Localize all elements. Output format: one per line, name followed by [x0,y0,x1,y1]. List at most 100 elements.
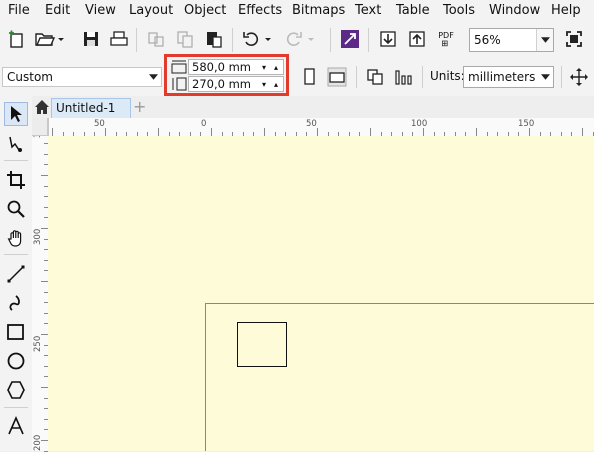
redo-icon[interactable] [282,26,318,52]
width-decrement-icon[interactable]: ▾ [258,60,270,74]
add-tab-icon[interactable]: + [133,97,146,116]
pick-tool-icon[interactable] [4,102,28,126]
search-content-icon[interactable] [337,26,363,52]
ruler-tick [41,387,48,388]
standard-toolbar: PDF 56% [0,22,594,59]
save-icon[interactable] [78,26,104,52]
ruler-tick [52,128,53,136]
zoom-level-value: 56% [474,33,501,47]
ruler-tick [105,128,106,136]
tab-title: Untitled-1 [56,101,116,115]
menu-bar: File Edit View Layout Object Effects Bit… [0,0,594,22]
ruler-origin[interactable] [32,118,48,136]
zoom-level-combo[interactable]: 56% [469,28,554,52]
paste-icon[interactable] [201,26,227,52]
menu-file[interactable]: File [8,3,30,18]
tab-untitled-1[interactable]: Untitled-1 [51,98,131,118]
page-size-preset-combo[interactable]: Custom [2,67,162,87]
ruler-tick [264,128,265,136]
ruler-tick [476,128,477,136]
freehand-tool-icon[interactable] [4,262,28,286]
menu-bitmaps[interactable]: Bitmaps [292,3,345,18]
ruler-label: 300 [33,228,43,245]
ruler-label: 200 [33,434,43,451]
page-height-icon [171,77,187,94]
menu-object[interactable]: Object [184,3,226,18]
ruler-label: 50 [306,119,317,129]
undo-icon[interactable] [239,26,275,52]
zoom-tool-icon[interactable] [4,197,28,221]
chevron-down-icon[interactable] [536,29,553,51]
ruler-tick [582,128,583,136]
menu-window[interactable]: Window [489,3,540,18]
horizontal-ruler[interactable]: 50 0 50 100 150 [48,118,594,137]
menu-help[interactable]: Help [551,3,581,18]
home-icon[interactable] [34,99,50,118]
current-page-icon[interactable] [391,64,417,90]
publish-pdf-icon[interactable]: PDF [433,26,459,52]
units-label: Units: [430,69,465,83]
ruler-label: 250 [33,335,43,352]
shape-tool-icon[interactable] [4,132,28,156]
ruler-label: 50 [94,119,105,129]
menu-tools[interactable]: Tools [443,3,475,18]
page-dimensions-group: 580,0 mm ▾ ▴ 270,0 mm ▾ ▴ [164,54,289,96]
portrait-orientation-icon[interactable] [296,64,322,90]
ruler-tick [370,128,371,136]
ruler-tick [211,128,212,136]
ruler-tick [41,228,48,229]
cut-icon[interactable] [143,26,169,52]
ruler-tick [41,334,48,335]
chevron-down-icon[interactable] [145,68,161,86]
width-increment-icon[interactable]: ▴ [270,60,282,74]
rectangle-tool-icon[interactable] [4,320,28,344]
units-value: millimeters [468,70,536,84]
pdf-label: PDF [438,30,454,40]
open-folder-icon[interactable] [32,26,66,52]
menu-edit[interactable]: Edit [45,3,70,18]
pan-tool-icon[interactable] [4,226,28,250]
ruler-label: 100 [411,119,428,129]
ruler-tick [158,128,159,136]
nudge-distance-icon[interactable] [566,64,592,90]
import-icon[interactable] [375,26,401,52]
height-increment-icon[interactable]: ▴ [270,77,282,91]
menu-view[interactable]: View [85,3,116,18]
menu-text[interactable]: Text [355,3,381,18]
crop-tool-icon[interactable] [4,168,28,192]
page-height-value: 270,0 mm [192,77,251,91]
menu-table[interactable]: Table [396,3,430,18]
ruler-tick [41,440,48,441]
landscape-orientation-icon[interactable] [324,64,350,90]
ruler-tick [423,128,424,136]
full-screen-icon[interactable] [561,26,587,52]
new-document-icon[interactable] [4,26,30,52]
artistic-media-tool-icon[interactable] [4,291,28,315]
ruler-label: 150 [518,119,535,129]
ruler-tick [529,128,530,136]
menu-effects[interactable]: Effects [238,3,282,18]
units-combo[interactable]: millimeters [463,66,554,88]
print-icon[interactable] [106,26,132,52]
chevron-down-icon[interactable] [537,67,553,87]
height-decrement-icon[interactable]: ▾ [258,77,270,91]
text-tool-icon[interactable] [4,414,28,438]
ruler-tick [41,175,48,176]
ruler-tick [317,128,318,136]
vertical-ruler[interactable]: 350 300 250 200 [32,118,49,452]
copy-icon[interactable] [172,26,198,52]
document-tabs: Untitled-1 + [32,96,594,119]
export-icon[interactable] [404,26,430,52]
page-width-icon [171,60,187,77]
polygon-tool-icon[interactable] [4,378,28,402]
menu-layout[interactable]: Layout [129,3,173,18]
rectangle-object[interactable] [237,322,287,367]
ruler-label: 0 [201,119,207,129]
ellipse-tool-icon[interactable] [4,349,28,373]
property-bar: Custom 580,0 mm ▾ ▴ 270,0 mm ▾ ▴ Units: … [0,54,594,97]
page-size-preset-value: Custom [7,70,53,84]
drawing-canvas[interactable] [48,136,594,451]
page-width-value: 580,0 mm [192,60,251,74]
ruler-tick [41,281,48,282]
all-pages-icon[interactable] [362,64,388,90]
